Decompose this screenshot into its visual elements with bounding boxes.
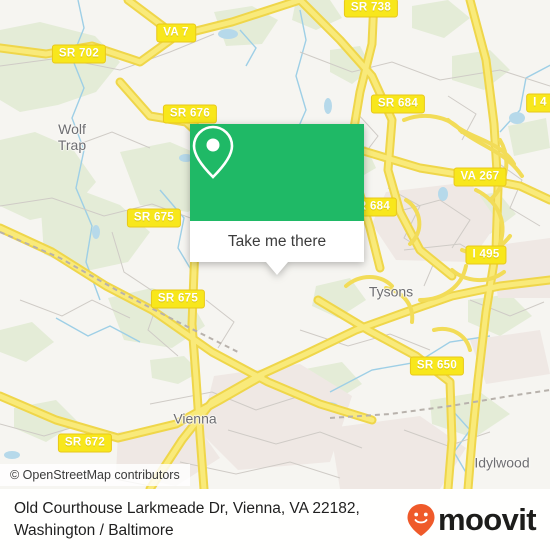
place-label-wolf-trap: Wolf Trap [57, 121, 87, 153]
take-me-there-label: Take me there [227, 232, 327, 250]
take-me-there-button[interactable]: Take me there [190, 221, 364, 262]
map-canvas[interactable]: SR 738 VA 7 SR 702 SR 676 SR 684 I 4 VA … [0, 0, 550, 489]
road-shield[interactable]: VA 7 [156, 23, 196, 43]
road-shield[interactable]: SR 676 [162, 104, 218, 124]
popup-icon-area [190, 124, 364, 221]
road-shield[interactable]: SR 675 [150, 289, 206, 309]
road-shield[interactable]: I 495 [465, 245, 507, 265]
road-shield[interactable]: SR 684 [370, 94, 426, 114]
road-shield[interactable]: SR 650 [409, 356, 465, 376]
moovit-wordmark: moovit [437, 502, 537, 537]
moovit-logo[interactable]: moovit [406, 502, 537, 537]
place-label-idylwood: Idylwood [474, 454, 530, 471]
road-shield[interactable]: I 4 [526, 93, 550, 113]
place-label-tysons: Tysons [368, 283, 414, 300]
address-line-1: Old Courthouse Larkmeade Dr, Vienna, VA … [14, 499, 360, 517]
location-popup-card[interactable]: Take me there [190, 124, 364, 275]
road-shield[interactable]: SR 738 [343, 0, 399, 18]
road-shield[interactable]: SR 675 [126, 208, 182, 228]
address-block: Old Courthouse Larkmeade Dr, Vienna, VA … [14, 498, 360, 542]
map-pin-icon [192, 125, 234, 179]
popup-tail [266, 262, 288, 275]
footer-bar: Old Courthouse Larkmeade Dr, Vienna, VA … [0, 489, 550, 550]
road-shield[interactable]: SR 672 [57, 433, 113, 453]
osm-attribution[interactable]: © OpenStreetMap contributors [0, 464, 190, 486]
address-line-2: Washington / Baltimore [14, 521, 174, 539]
screenshot-root: SR 738 VA 7 SR 702 SR 676 SR 684 I 4 VA … [0, 0, 550, 550]
moovit-pin-smile-icon [407, 503, 435, 536]
place-label-vienna: Vienna [173, 410, 217, 427]
road-shield[interactable]: SR 702 [51, 44, 107, 64]
road-shield[interactable]: VA 267 [453, 167, 507, 187]
